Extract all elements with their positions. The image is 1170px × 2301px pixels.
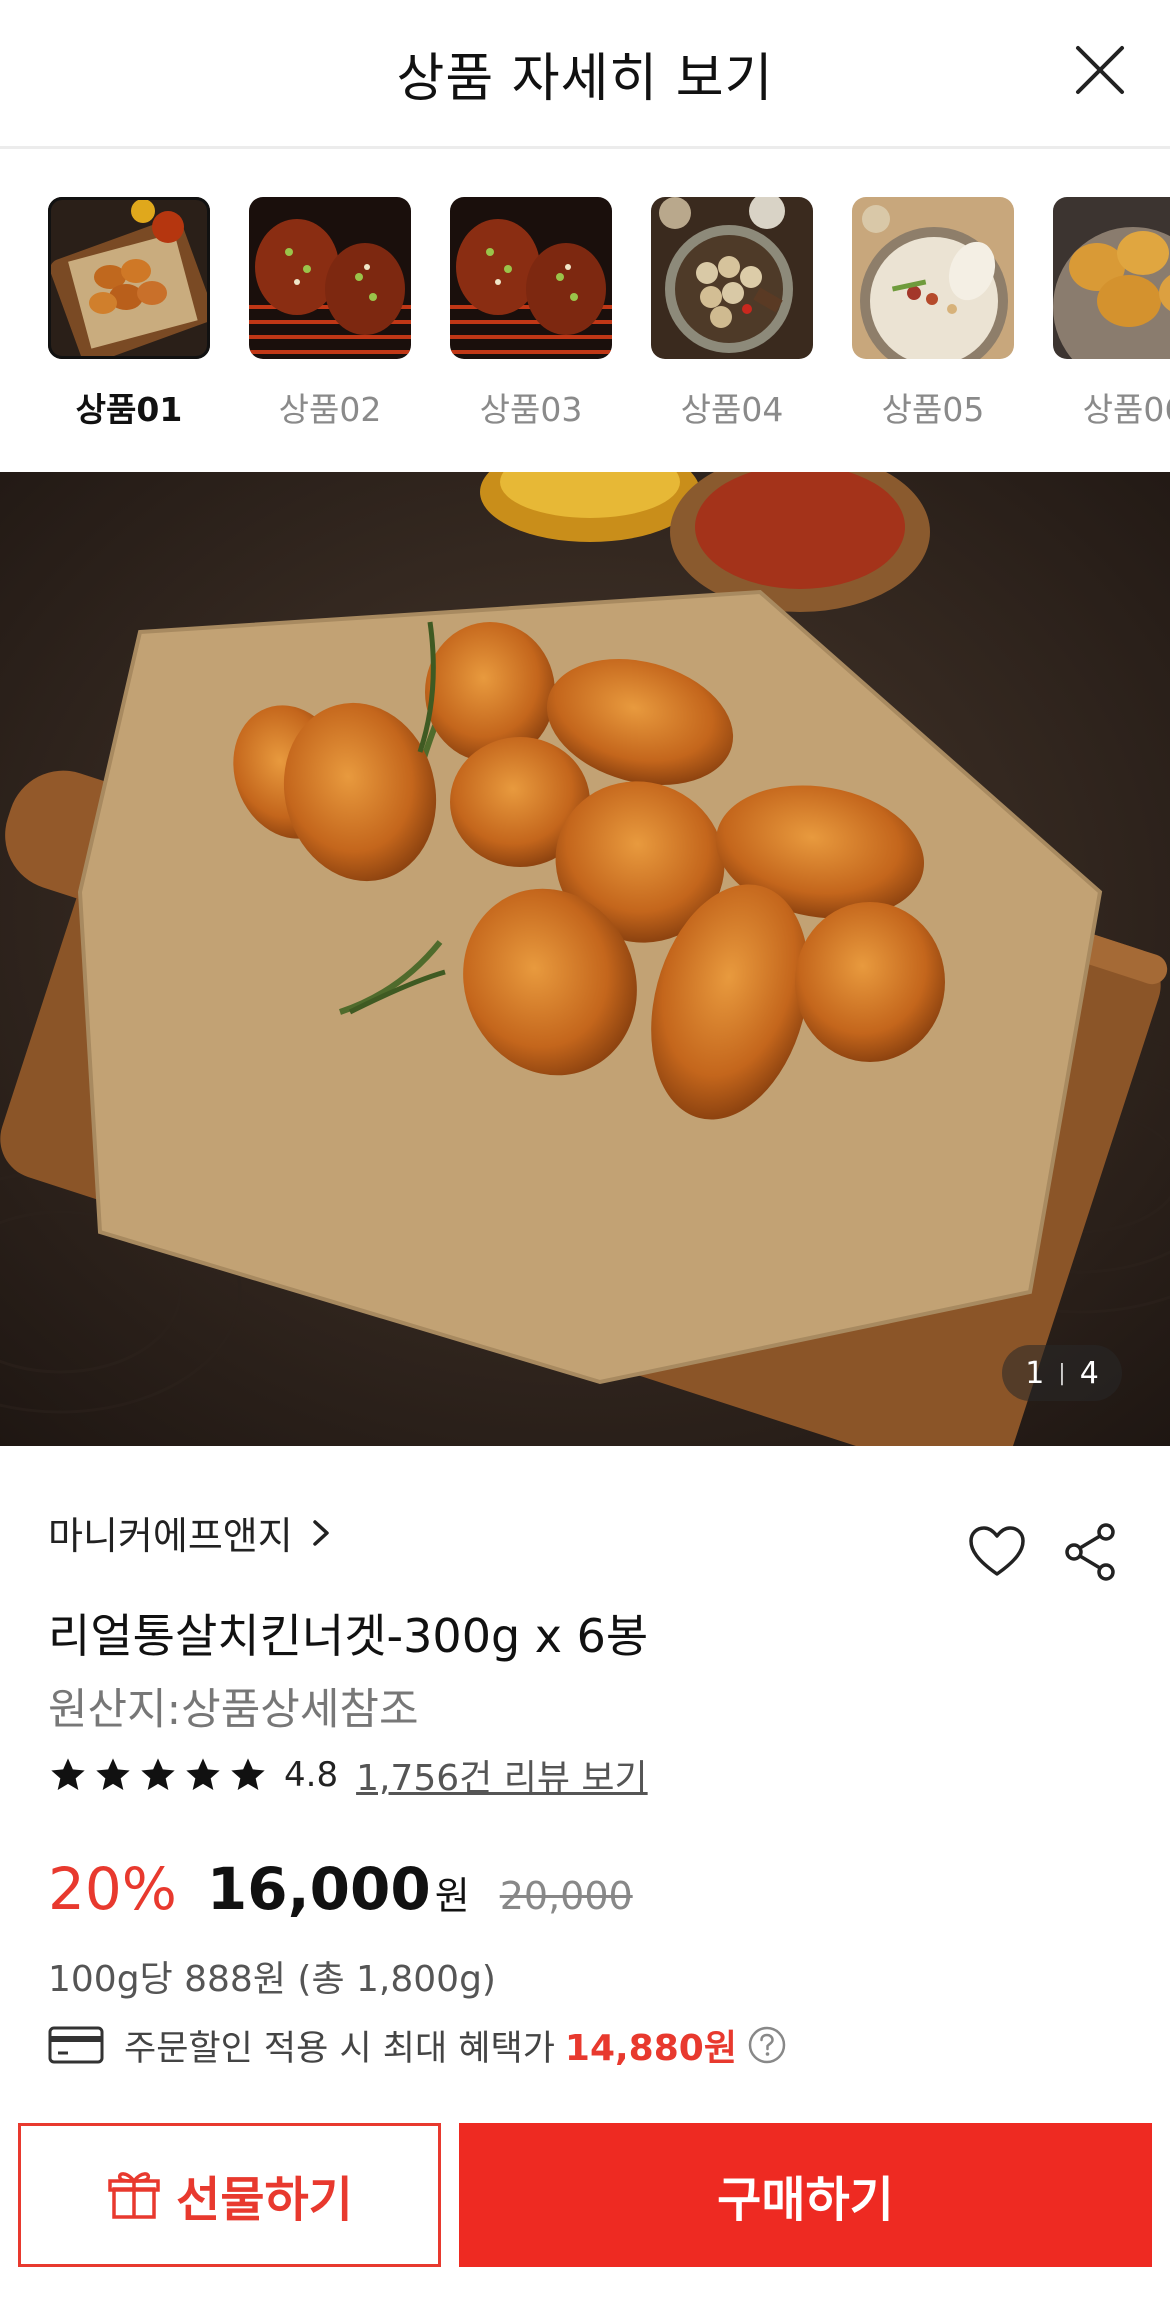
benefit-row: 주문할인 적용 시 최대 혜택가 14,880원: [48, 2020, 787, 2070]
brand-name: 마니커에프앤지: [48, 1514, 293, 1558]
star-icon: [51, 1758, 85, 1790]
buy-button-label: 구매하기: [717, 2172, 894, 2228]
buy-button[interactable]: 구매하기: [459, 2123, 1152, 2267]
discount-rate: 20%: [48, 1855, 177, 1923]
counter-separator: |: [1058, 1360, 1066, 1386]
thumbnail-label: 상품06: [1082, 390, 1170, 429]
thumbnail-item[interactable]: 상품04: [651, 197, 813, 431]
thumbnail-label: 상품03: [479, 390, 583, 429]
thumbnail-label: 상품05: [881, 390, 985, 429]
grilled-chicken-thumbnail: [450, 197, 612, 359]
chevron-right-icon: [312, 1519, 329, 1546]
braised-eggs-thumbnail: [651, 197, 813, 359]
product-main-image[interactable]: 1 | 4: [0, 472, 1170, 1446]
wishlist-button[interactable]: [965, 1520, 1029, 1584]
thumbnail-item[interactable]: 상품02: [249, 197, 411, 431]
rating-value: 4.8: [284, 1755, 339, 1795]
heart-icon: [969, 1526, 1025, 1576]
sale-price: 16,000: [206, 1855, 431, 1923]
chicken-nuggets-thumbnail: [48, 197, 210, 359]
gift-button-label: 선물하기: [176, 2172, 353, 2228]
gift-button[interactable]: 선물하기: [18, 2123, 441, 2267]
image-counter: 1 | 4: [1002, 1345, 1122, 1401]
benefit-amount: 14,880원: [564, 2028, 737, 2069]
croquette-thumbnail: [1053, 197, 1170, 359]
chicken-soup-thumbnail: [852, 197, 1014, 359]
gift-icon: [108, 2172, 160, 2219]
review-link[interactable]: 1,756건 리뷰 보기: [356, 1749, 648, 1801]
star-icon: [96, 1758, 130, 1790]
thumbnail-label: 상품02: [278, 390, 382, 429]
header: 상품 자세히 보기: [0, 0, 1170, 149]
rating-stars: [48, 1755, 268, 1795]
thumbnail-item[interactable]: 상품05: [852, 197, 1014, 431]
star-icon: [141, 1758, 175, 1790]
thumbnail-label: 상품04: [680, 390, 784, 429]
benefit-text: 주문할인 적용 시 최대 혜택가: [124, 2028, 555, 2069]
page-title: 상품 자세히 보기: [396, 49, 774, 109]
counter-total: 4: [1079, 1355, 1099, 1391]
close-button[interactable]: [1070, 40, 1130, 100]
grilled-chicken-thumbnail: [249, 197, 411, 359]
star-icon: [186, 1758, 220, 1790]
counter-current: 1: [1025, 1355, 1045, 1391]
brand-link[interactable]: 마니커에프앤지: [48, 1505, 333, 1560]
thumbnail-item[interactable]: 상품03: [450, 197, 612, 431]
share-button[interactable]: [1058, 1520, 1122, 1584]
chicken-nuggets-on-board: [0, 472, 1170, 1446]
product-origin: 원산지:상품상세참조: [48, 1685, 419, 1735]
thumbnail-label: 상품01: [75, 390, 183, 429]
product-name: 리얼통살치킨너겟-300g x 6봉: [48, 1609, 649, 1663]
price-row: 20% 16,000 원 20,000: [48, 1855, 633, 1923]
close-icon: [1076, 46, 1124, 94]
rating-row: 4.8 1,756건 리뷰 보기: [48, 1750, 648, 1800]
share-icon: [1065, 1523, 1115, 1581]
credit-card-icon: [48, 2026, 104, 2064]
star-icon: [231, 1758, 265, 1790]
currency-label: 원: [434, 1874, 470, 1918]
original-price: 20,000: [499, 1874, 633, 1918]
thumbnail-item[interactable]: 상품06: [1053, 197, 1170, 431]
unit-price: 100g당 888원 (총 1,800g): [48, 1959, 496, 2000]
help-icon[interactable]: [747, 2025, 787, 2065]
thumbnail-item[interactable]: 상품01: [48, 197, 210, 431]
thumbnail-strip[interactable]: 상품01 상품02 상품03 상품04 상품05 상품0: [0, 149, 1170, 472]
